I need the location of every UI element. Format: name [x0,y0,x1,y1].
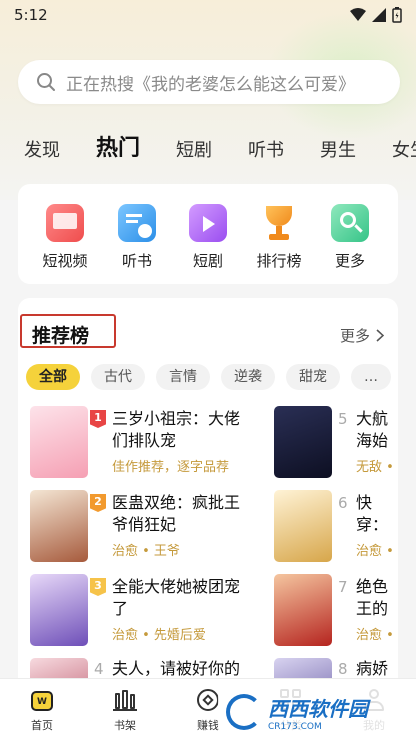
trophy-icon [260,204,298,242]
tab-audiobook[interactable]: 听书 [248,136,284,162]
category-tabs: 发现 热门 短剧 听书 男生 女生 [0,126,416,162]
search-icon [37,73,55,91]
status-bar: 5:12 [0,0,416,30]
book-cover [274,490,332,562]
rank-number: 4 [94,660,104,678]
tab-discover[interactable]: 发现 [24,136,60,162]
chevron-right-icon [376,329,384,342]
more-link[interactable]: 更多 [340,325,384,346]
book-title: 医蛊双绝：疯批王爷俏狂妃 [112,493,241,534]
book-tags: 无敌 • [356,460,394,475]
more-label: 更多 [339,327,370,345]
book-title: 全能大佬她被团宠了 [112,577,241,618]
quick-ranking[interactable]: 排行榜 [246,204,312,271]
tab-short-drama[interactable]: 短剧 [176,136,212,162]
bookshelf-icon [112,687,138,713]
tab-male[interactable]: 男生 [320,136,356,162]
book-title: 夫人，请被好你的 [112,659,241,678]
book-cover [30,490,88,562]
home-icon: W [29,687,55,713]
rank-badge: 1 [90,410,106,428]
book-title: 三岁小祖宗：大佬们排队宠 [112,409,241,450]
quick-label: 短视频 [42,252,88,270]
battery-icon [392,7,402,23]
more-search-icon [331,204,369,242]
quick-short-video[interactable]: 短视频 [32,204,98,271]
short-video-icon [46,204,84,242]
book-cover [274,574,332,646]
book-title: 病娇 [356,659,389,678]
book-title: 大航海始进化 [356,409,389,450]
book-tags: 治愈 • [356,628,394,643]
chip-ancient[interactable]: 古代 [91,364,145,390]
book-item[interactable]: 6 快穿：常 治愈 • [274,490,398,562]
chip-overflow[interactable]: … [351,364,391,390]
chip-comeback[interactable]: 逆袭 [221,364,275,390]
genre-chips: 全部 古代 言情 逆袭 甜宠 … [26,364,398,392]
book-title: 绝色王的心 [356,577,389,618]
rank-number: 6 [338,494,348,512]
tab-female[interactable]: 女生 [392,136,416,162]
watermark-site: CR173.COM [268,721,322,732]
book-item[interactable]: 1 三岁小祖宗：大佬们排队宠 佳作推荐，逐字品荐 [30,406,250,478]
audiobook-icon [118,204,156,242]
book-cover [274,406,332,478]
rank-badge: 2 [90,494,106,512]
chip-all[interactable]: 全部 [26,364,80,390]
rank-number: 8 [338,660,348,678]
status-time: 5:12 [14,6,48,24]
watermark-logo-icon [226,694,262,730]
quick-entry-panel: 短视频 听书 短剧 排行榜 更多 [18,184,398,284]
quick-label: 排行榜 [256,252,302,270]
short-drama-icon [189,204,227,242]
quick-short-drama[interactable]: 短剧 [175,204,241,271]
watermark-name: 西西软件园 [268,696,368,721]
watermark: 西西软件园 CR173.COM [218,688,416,736]
book-cover [30,406,88,478]
book-tags: 治愈 • [356,544,394,559]
book-tags: 治愈 • 王爷 [112,544,180,559]
nav-label: 首页 [31,719,53,732]
book-tags: 佳作推荐，逐字品荐 [112,460,230,475]
nav-home[interactable]: W 首页 [12,687,72,733]
rank-number: 5 [338,410,348,428]
recommend-ranking-card: 推荐榜 更多 全部 古代 言情 逆袭 甜宠 … 1 三岁小祖宗：大佬们排队宠 佳作推荐，逐… [18,298,398,698]
book-item[interactable]: 7 绝色王的心 治愈 • [274,574,398,646]
quick-audiobook[interactable]: 听书 [104,204,170,271]
quick-label: 短剧 [192,252,223,270]
chip-romance[interactable]: 言情 [156,364,210,390]
book-tags: 治愈 • 先婚后爱 [112,628,206,643]
nav-bookshelf[interactable]: 书架 [95,687,155,733]
wifi-icon [350,8,366,21]
ranking-title: 推荐榜 [32,325,90,347]
quick-more[interactable]: 更多 [317,204,383,271]
nav-label: 书架 [114,719,136,732]
signal-icon [372,8,386,22]
search-bar[interactable]: 正在热搜《我的老婆怎么能这么可爱》 [18,60,400,104]
book-item[interactable]: 3 全能大佬她被团宠了 治愈 • 先婚后爱 [30,574,250,646]
tab-hot[interactable]: 热门 [96,130,141,162]
rank-badge: 3 [90,578,106,596]
quick-label: 听书 [121,252,152,270]
rank-number: 7 [338,578,348,596]
chip-sweet[interactable]: 甜宠 [286,364,340,390]
book-title: 快穿：常 [356,493,389,534]
book-item[interactable]: 2 医蛊双绝：疯批王爷俏狂妃 治愈 • 王爷 [30,490,250,562]
search-placeholder: 正在热搜《我的老婆怎么能这么可爱》 [66,74,355,95]
quick-label: 更多 [334,252,365,270]
book-cover [30,574,88,646]
book-item[interactable]: 5 大航海始进化 无敌 • [274,406,398,478]
